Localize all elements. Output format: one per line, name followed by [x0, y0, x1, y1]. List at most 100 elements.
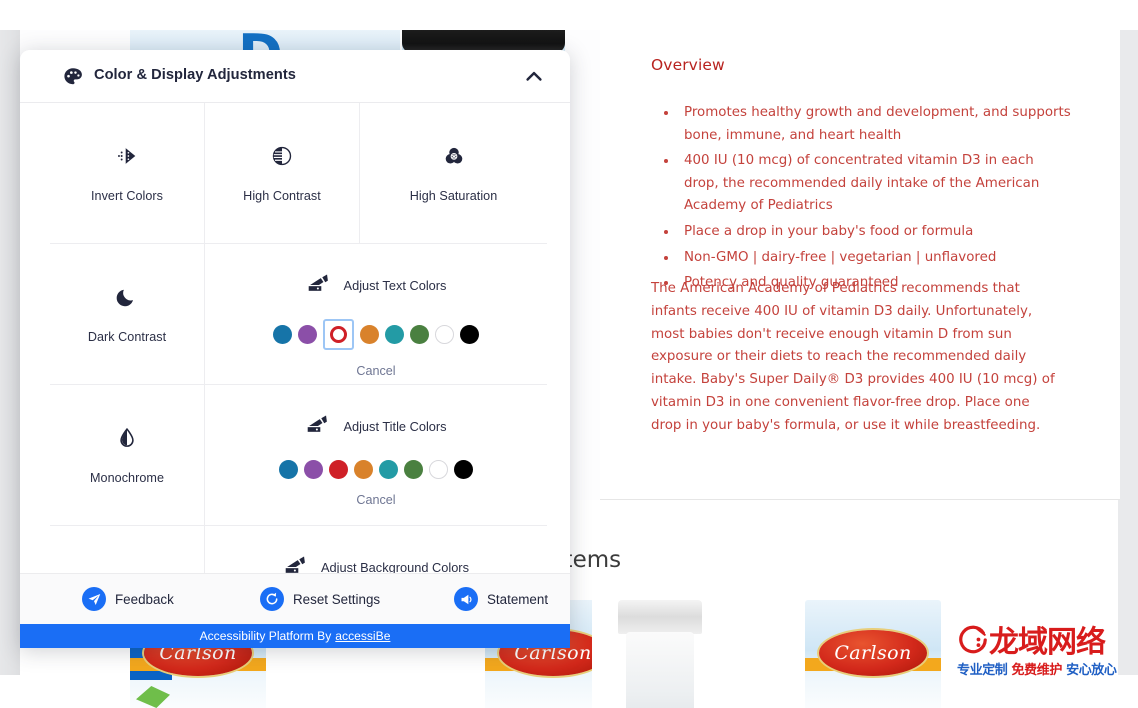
chevron-up-icon[interactable] — [520, 62, 548, 90]
swatch-black[interactable] — [460, 325, 479, 344]
section-adjust-background-colors: Adjust Background Colors — [205, 526, 547, 573]
swatch-option[interactable] — [379, 460, 398, 479]
feedback-button[interactable]: Feedback — [82, 587, 174, 611]
swatch-option[interactable] — [429, 460, 448, 479]
toggle-high-saturation[interactable]: High Saturation — [360, 103, 547, 243]
grid-row: Invert Colors High Contrast High Saturat… — [50, 103, 547, 244]
high-contrast-icon — [270, 144, 294, 173]
accessibility-widget-panel: Color & Display Adjustments Invert Color… — [20, 50, 570, 648]
product-brand-oval: Carlson — [819, 630, 927, 676]
section-label: Adjust Text Colors — [343, 278, 447, 293]
paper-plane-icon — [82, 587, 106, 611]
swatch-purple[interactable] — [304, 460, 323, 479]
adjustment-grid: Invert Colors High Contrast High Saturat… — [50, 103, 547, 573]
swatch-option[interactable] — [279, 460, 298, 479]
swatch-option[interactable] — [360, 325, 379, 344]
toggle-high-contrast[interactable]: High Contrast — [205, 103, 360, 243]
swatch-option[interactable] — [354, 460, 373, 479]
grid-row: Monochrome Adjust Title Colors Cancel — [50, 385, 547, 526]
product-leaf-shape — [136, 686, 170, 708]
swatch-option[interactable] — [435, 325, 454, 344]
text-color-swatch-row — [273, 319, 479, 350]
brand-bar: Accessibility Platform By accessiBe — [20, 624, 570, 648]
swatch-green[interactable] — [410, 325, 429, 344]
swatch-teal[interactable] — [379, 460, 398, 479]
watermark-title: 龙域网络 — [989, 624, 1106, 660]
watermark-tagline: 专业定制 免费维护 安心放心 — [957, 663, 1133, 678]
bottle-cap-shape — [618, 600, 702, 634]
swatch-option[interactable] — [385, 325, 404, 344]
color-swatch-icon — [283, 554, 310, 573]
product-card[interactable]: Carlson — [805, 600, 941, 708]
swatch-red[interactable] — [329, 460, 348, 479]
toggle-invert-colors[interactable]: Invert Colors — [50, 103, 205, 243]
palette-icon — [62, 66, 84, 88]
swatch-green[interactable] — [404, 460, 423, 479]
cancel-title-colors-button[interactable]: Cancel — [356, 493, 395, 507]
grid-row: Dark Contrast Adjust Text Colors Cancel — [50, 244, 547, 385]
section-label: Adjust Title Colors — [343, 419, 447, 434]
watermark-logo-icon — [957, 624, 989, 661]
swatch-black[interactable] — [454, 460, 473, 479]
section-header: Adjust Title Colors — [305, 413, 447, 440]
swatch-option-selected[interactable] — [323, 319, 354, 350]
reset-settings-button[interactable]: Reset Settings — [260, 587, 380, 611]
megaphone-icon — [454, 587, 478, 611]
list-item: Place a drop in your baby's food or form… — [651, 221, 1071, 244]
product-overview-panel: Overview Promotes healthy growth and dev… — [600, 30, 1120, 500]
toggle-label: Monochrome — [90, 470, 164, 485]
swatch-option[interactable] — [460, 325, 479, 344]
swatch-option[interactable] — [454, 460, 473, 479]
toggle-label: Dark Contrast — [87, 329, 167, 344]
product-card[interactable] — [592, 600, 728, 708]
accessibe-link[interactable]: accessiBe — [335, 629, 390, 643]
product-box-image: Carlson — [805, 600, 941, 708]
feedback-label: Feedback — [115, 591, 174, 607]
widget-body: Invert Colors High Contrast High Saturat… — [20, 103, 570, 573]
swatch-orange[interactable] — [360, 325, 379, 344]
high-saturation-icon — [442, 144, 466, 173]
title-color-swatch-row — [279, 460, 473, 479]
toggle-label: High Saturation — [409, 188, 498, 203]
statement-label: Statement — [487, 591, 549, 607]
toggle-dark-contrast[interactable]: Dark Contrast — [50, 244, 205, 384]
swatch-white[interactable] — [429, 460, 448, 479]
swatch-red[interactable] — [330, 326, 347, 343]
swatch-blue[interactable] — [273, 325, 292, 344]
widget-header: Color & Display Adjustments — [20, 50, 570, 103]
statement-button[interactable]: Statement — [454, 587, 548, 611]
screenshot-root: D Overview Promotes healthy growth and d… — [0, 0, 1138, 708]
swatch-teal[interactable] — [385, 325, 404, 344]
section-adjust-text-colors: Adjust Text Colors Cancel — [205, 244, 547, 384]
swatch-option[interactable] — [298, 325, 317, 344]
swatch-option[interactable] — [404, 460, 423, 479]
page-title: Overview — [651, 56, 725, 74]
toggle-brightness[interactable] — [50, 526, 205, 573]
swatch-option[interactable] — [273, 325, 292, 344]
section-header: Adjust Text Colors — [306, 272, 447, 299]
color-swatch-icon — [305, 413, 332, 440]
widget-title: Color & Display Adjustments — [94, 67, 296, 83]
section-adjust-title-colors: Adjust Title Colors Cancel — [205, 385, 547, 525]
swatch-blue[interactable] — [279, 460, 298, 479]
product-bottle-image — [626, 632, 694, 708]
swatch-orange[interactable] — [354, 460, 373, 479]
list-item: 400 IU (10 mcg) of concentrated vitamin … — [651, 150, 1071, 218]
droplet-icon — [115, 426, 139, 455]
widget-footer: Feedback Reset Settings Statement — [20, 573, 570, 624]
invert-colors-icon — [115, 144, 139, 173]
swatch-option[interactable] — [329, 460, 348, 479]
watermark: 龙域网络 专业定制 免费维护 安心放心 — [957, 624, 1133, 678]
page-scrollbar[interactable] — [1118, 30, 1138, 675]
swatch-option[interactable] — [304, 460, 323, 479]
watermark-title-row: 龙域网络 — [957, 624, 1133, 661]
cancel-text-colors-button[interactable]: Cancel — [356, 364, 395, 378]
brand-text: Accessibility Platform By — [199, 629, 332, 643]
swatch-purple[interactable] — [298, 325, 317, 344]
product-brand-text: Carlson — [834, 642, 912, 664]
watermark-tagline-2: 免费维护 — [1011, 663, 1063, 678]
toggle-label: High Contrast — [243, 188, 321, 203]
toggle-monochrome[interactable]: Monochrome — [50, 385, 205, 525]
swatch-white[interactable] — [435, 325, 454, 344]
swatch-option[interactable] — [410, 325, 429, 344]
